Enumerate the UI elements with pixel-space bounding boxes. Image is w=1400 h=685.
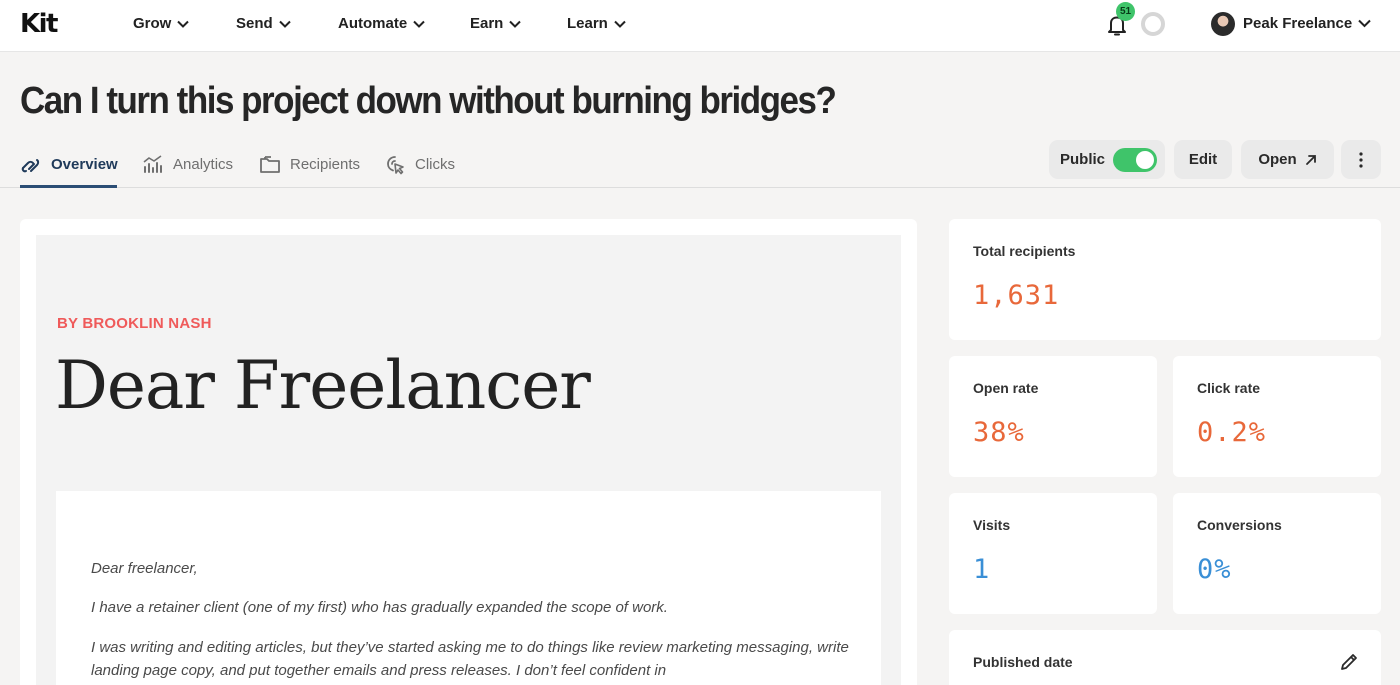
- nav-earn[interactable]: Earn: [470, 15, 522, 32]
- letter-paragraph: I have a retainer client (one of my firs…: [91, 599, 668, 616]
- conversions-card: Conversions 0%: [1173, 493, 1381, 614]
- click-rate-value: 0.2%: [1197, 417, 1267, 448]
- folder-icon: [260, 156, 280, 173]
- nav-learn-label: Learn: [567, 15, 608, 32]
- click-rate-label: Click rate: [1197, 380, 1261, 396]
- tab-overview[interactable]: Overview: [20, 153, 118, 175]
- chevron-down-icon: [177, 20, 190, 28]
- tab-clicks[interactable]: Clicks: [384, 153, 455, 175]
- edit-button[interactable]: Edit: [1174, 140, 1232, 179]
- total-recipients-value: 1,631: [973, 280, 1060, 311]
- nav-grow[interactable]: Grow: [133, 15, 190, 32]
- nav-send-label: Send: [236, 15, 273, 32]
- published-date-card: Published date: [949, 630, 1381, 685]
- chevron-down-icon: [614, 20, 626, 28]
- active-tab-indicator: [20, 185, 117, 188]
- chevron-down-icon: [413, 20, 425, 28]
- conversions-label: Conversions: [1197, 517, 1282, 533]
- tab-overview-label: Overview: [51, 155, 118, 173]
- email-preview-card: BY BROOKLIN NASH Dear Freelancer Dear fr…: [20, 219, 917, 685]
- click-rate-card: Click rate 0.2%: [1173, 356, 1381, 477]
- letter-body: Dear freelancer, I have a retainer clien…: [56, 491, 881, 685]
- open-button[interactable]: Open: [1241, 140, 1334, 179]
- tab-analytics[interactable]: Analytics: [142, 153, 233, 175]
- nav-earn-label: Earn: [470, 15, 504, 32]
- tab-recipients[interactable]: Recipients: [259, 153, 360, 175]
- tab-clicks-label: Clicks: [415, 155, 455, 173]
- notification-count-badge: 51: [1116, 2, 1135, 21]
- vertical-dots-icon: [1359, 151, 1363, 168]
- visits-label: Visits: [973, 517, 1011, 533]
- open-button-label: Open: [1258, 151, 1297, 168]
- chevron-down-icon: [509, 20, 522, 28]
- byline: BY BROOKLIN NASH: [57, 315, 212, 332]
- letter-paragraph: I was writing and editing articles, but …: [91, 639, 849, 679]
- kit-logo[interactable]: Kit: [20, 11, 59, 37]
- tab-recipients-label: Recipients: [290, 155, 361, 173]
- nav-grow-label: Grow: [133, 15, 172, 32]
- nav-automate-label: Automate: [338, 15, 408, 32]
- external-arrow-icon: [1305, 154, 1316, 165]
- account-menu-chevron-icon[interactable]: [1358, 19, 1371, 28]
- public-label: Public: [1060, 151, 1106, 168]
- nav-learn[interactable]: Learn: [567, 15, 626, 32]
- open-rate-label: Open rate: [973, 380, 1039, 396]
- letter-paragraph: Dear freelancer,: [91, 560, 198, 577]
- nav-automate[interactable]: Automate: [338, 15, 425, 32]
- open-rate-card: Open rate 38%: [949, 356, 1157, 477]
- more-options-button[interactable]: [1341, 140, 1381, 179]
- nav-send[interactable]: Send: [236, 15, 291, 32]
- open-rate-value: 38%: [973, 417, 1025, 448]
- tab-analytics-label: Analytics: [173, 155, 234, 173]
- status-indicator: [1141, 12, 1165, 36]
- public-toggle-button[interactable]: Public: [1049, 140, 1165, 179]
- avatar[interactable]: [1211, 12, 1235, 36]
- account-name[interactable]: Peak Freelance: [1243, 15, 1352, 32]
- bar-chart-icon: [143, 155, 162, 173]
- total-recipients-label: Total recipients: [973, 243, 1076, 259]
- total-recipients-card: Total recipients 1,631: [949, 219, 1381, 340]
- chevron-down-icon: [278, 20, 291, 28]
- visits-value: 1: [973, 554, 991, 585]
- visits-card: Visits 1: [949, 493, 1157, 614]
- pencil-edit-icon[interactable]: [1339, 652, 1359, 672]
- published-date-label: Published date: [973, 654, 1073, 670]
- newsletter-heading: Dear Freelancer: [55, 347, 591, 424]
- edit-button-label: Edit: [1188, 151, 1218, 168]
- top-navigation: Kit Grow Send Automate Earn Learn 51 Pea…: [0, 0, 1400, 52]
- cursor-click-icon: [387, 156, 404, 175]
- conversions-value: 0%: [1197, 554, 1232, 585]
- link-icon: [21, 159, 40, 173]
- page-title: Can I turn this project down without bur…: [20, 80, 837, 122]
- public-toggle-switch[interactable]: [1113, 147, 1158, 172]
- email-preview: BY BROOKLIN NASH Dear Freelancer Dear fr…: [36, 235, 901, 685]
